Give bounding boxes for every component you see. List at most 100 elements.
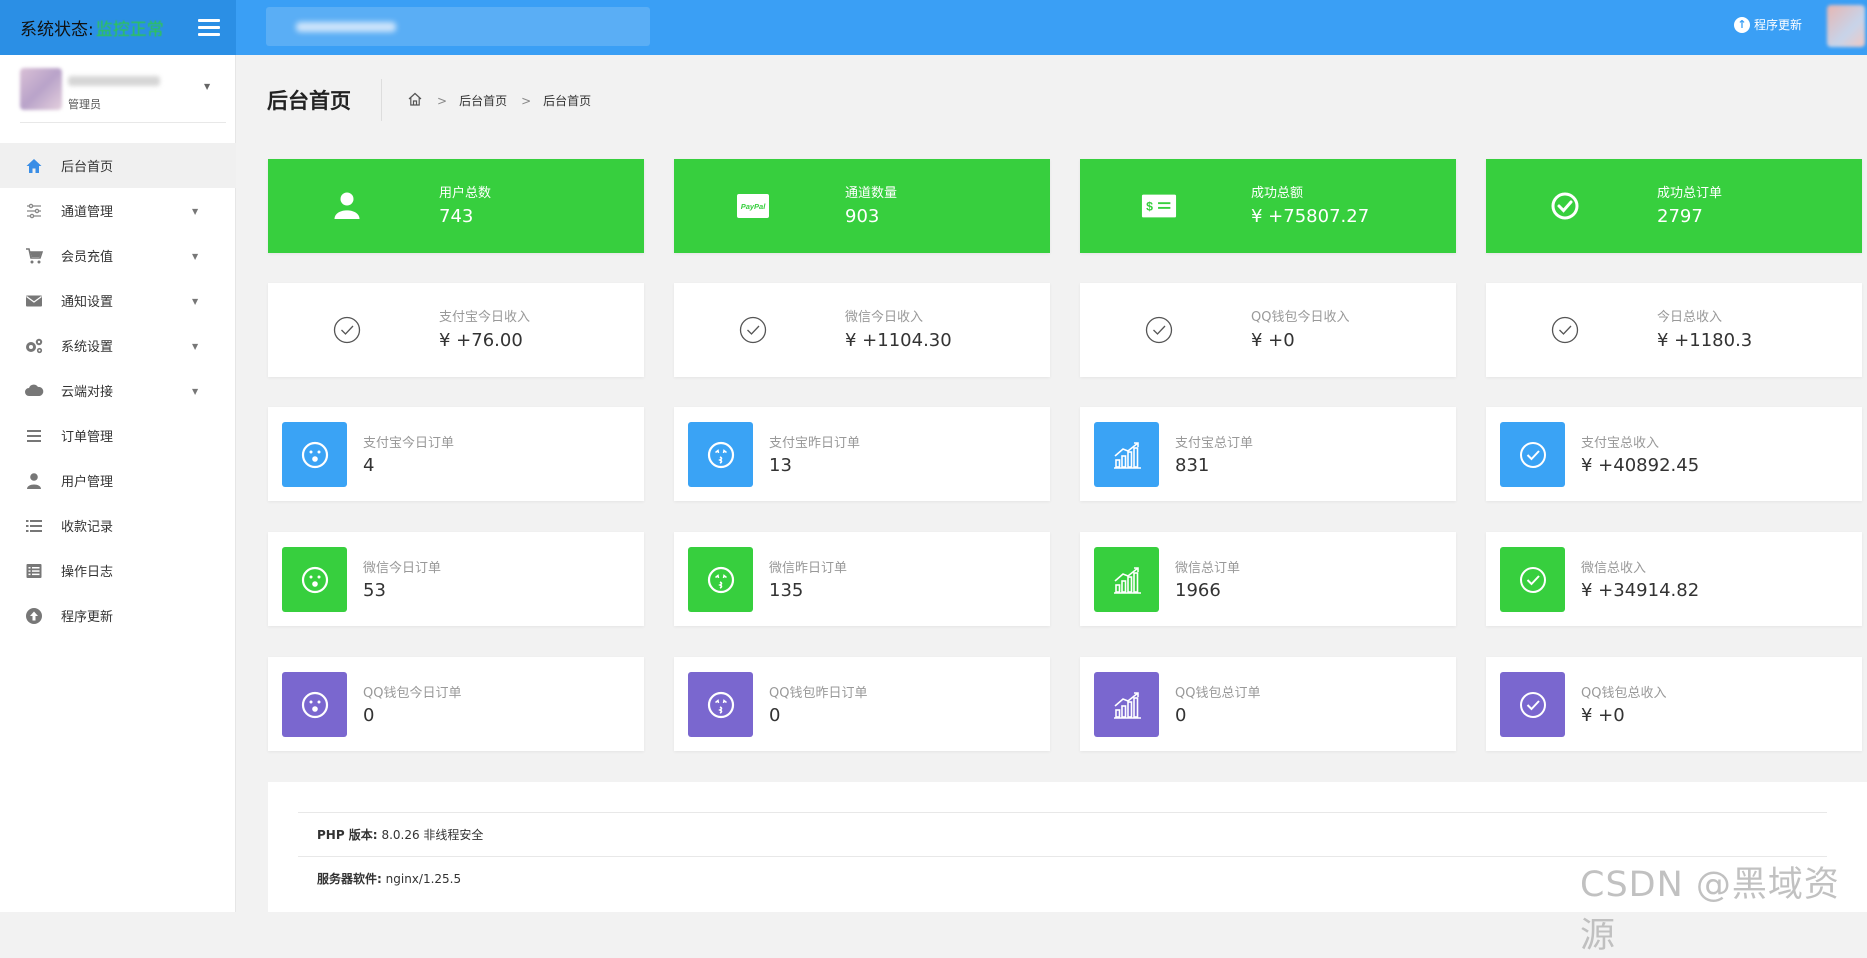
card-label: 支付宝昨日订单: [769, 436, 861, 451]
summary-card: PayPal 通道数量 903: [674, 159, 1050, 253]
card-value: ¥ +75807.27: [1251, 206, 1370, 227]
envelope-icon: [24, 291, 44, 311]
header-search-bar[interactable]: [266, 7, 650, 46]
sidebar-item[interactable]: 通知设置 ▼: [0, 278, 236, 323]
watermark: CSDN @黑域资源: [1580, 865, 1840, 956]
sidebar-item-label: 后台首页: [61, 160, 114, 175]
card-label: 支付宝今日收入: [439, 310, 531, 325]
stat-card: 支付宝昨日订单 13: [674, 407, 1050, 501]
info-value: nginx/1.25.5: [385, 871, 462, 886]
sidebar-item[interactable]: 用户管理: [0, 458, 236, 503]
sidebar-item[interactable]: 订单管理: [0, 413, 236, 458]
caret-down-icon[interactable]: ▼: [204, 82, 210, 91]
card-label: 成功总订单: [1657, 186, 1723, 201]
sidebar-item[interactable]: 云端对接 ▼: [0, 368, 236, 413]
summary-card: 成功总订单 2797: [1486, 159, 1862, 253]
card-value: ¥ +76.00: [439, 330, 523, 351]
card-value: 1966: [1175, 580, 1221, 601]
card-label: QQ钱包总收入: [1581, 686, 1667, 701]
svg-text:PayPal: PayPal: [741, 202, 767, 211]
check-circle-icon: [1141, 312, 1177, 348]
check-circle-icon: [1500, 422, 1565, 487]
menu-toggle-icon[interactable]: [198, 14, 220, 40]
check-circle-icon: [1547, 188, 1583, 224]
sidebar-item[interactable]: 收款记录: [0, 503, 236, 548]
check-circle-icon: [1500, 547, 1565, 612]
divider: [381, 79, 382, 121]
home-icon[interactable]: [407, 91, 423, 110]
kiss-face-icon: [688, 672, 753, 737]
sidebar-item-label: 通知设置: [61, 295, 114, 310]
check-circle-icon: [329, 312, 365, 348]
home-icon: [24, 156, 44, 176]
stat-card: 微信今日订单 53: [268, 532, 644, 626]
caret-down-icon: ▼: [192, 252, 199, 261]
income-card: QQ钱包今日收入 ¥ +0: [1080, 283, 1456, 377]
sidebar-item[interactable]: 系统设置 ▼: [0, 323, 236, 368]
user-panel[interactable]: 管理员 ▼: [20, 68, 226, 123]
page-title: 后台首页: [267, 89, 351, 113]
stat-card: 支付宝今日订单 4: [268, 407, 644, 501]
breadcrumb-item[interactable]: 后台首页: [459, 92, 507, 109]
sidebar-item-label: 云端对接: [61, 385, 114, 400]
card-label: 微信今日订单: [363, 561, 442, 576]
sidebar-item[interactable]: 操作日志: [0, 548, 236, 593]
upload-circle-icon: ↑: [1734, 16, 1750, 33]
income-card: 微信今日收入 ¥ +1104.30: [674, 283, 1050, 377]
kiss-face-icon: [688, 547, 753, 612]
income-card: 今日总收入 ¥ +1180.3: [1486, 283, 1862, 377]
card-value: 4: [363, 455, 375, 476]
stat-card: 支付宝总订单 831: [1080, 407, 1456, 501]
card-value: ¥ +34914.82: [1581, 580, 1700, 601]
sidebar-item-label: 用户管理: [61, 475, 114, 490]
stat-card: QQ钱包总订单 0: [1080, 657, 1456, 751]
header-update-link[interactable]: ↑ 程序更新: [1734, 16, 1802, 33]
stat-card: 微信总收入 ¥ +34914.82: [1486, 532, 1862, 626]
sidebar-item[interactable]: 会员充值 ▼: [0, 233, 236, 278]
card-label: 今日总收入: [1657, 310, 1723, 325]
info-label: PHP 版本:: [317, 828, 378, 842]
sidebar-item-label: 操作日志: [61, 565, 114, 580]
card-value: 903: [845, 206, 880, 227]
user-name: [68, 76, 160, 86]
upload-circle-icon: [24, 606, 44, 626]
summary-card: 用户总数 743: [268, 159, 644, 253]
money-icon: $: [1141, 188, 1177, 224]
card-value: 0: [1175, 705, 1187, 726]
chevron-right-icon: >: [521, 93, 532, 108]
card-label: QQ钱包今日订单: [363, 686, 462, 701]
top-header: 系统状态: 监控正常 ↑ 程序更新: [0, 0, 1867, 55]
cloud-icon: [24, 381, 44, 401]
card-label: 微信总订单: [1175, 561, 1241, 576]
page-header: 后台首页 > 后台首页 > 后台首页: [236, 55, 1867, 145]
stat-card: QQ钱包昨日订单 0: [674, 657, 1050, 751]
user-role: 管理员: [68, 98, 101, 111]
info-label: 服务器软件:: [317, 872, 382, 886]
breadcrumb: > 后台首页 > 后台首页: [407, 91, 591, 110]
sidebar: 管理员 ▼ 后台首页 通道管理 ▼ 会员充值 ▼ 通知设置 ▼ 系统设置 ▼ 云端对接 ▼ 订单管理用…: [0, 55, 236, 912]
check-circle-icon: [735, 312, 771, 348]
sidebar-item[interactable]: 后台首页: [0, 143, 236, 188]
card-label: 支付宝总收入: [1581, 436, 1660, 451]
avatar: [20, 68, 62, 110]
card-value: 831: [1175, 455, 1210, 476]
caret-down-icon: ▼: [192, 207, 199, 216]
log-icon: [24, 561, 44, 581]
chart-up-icon: [1094, 547, 1159, 612]
card-label: 微信昨日订单: [769, 561, 848, 576]
surprised-face-icon: [282, 547, 347, 612]
stat-card: 微信总订单 1966: [1080, 532, 1456, 626]
sidebar-item[interactable]: 通道管理 ▼: [0, 188, 236, 233]
sidebar-item[interactable]: 程序更新: [0, 593, 236, 638]
caret-down-icon: ▼: [192, 342, 199, 351]
kiss-face-icon: [688, 422, 753, 487]
surprised-face-icon: [282, 672, 347, 737]
card-label: 通道数量: [845, 186, 898, 201]
card-value: 53: [363, 580, 386, 601]
header-update-label: 程序更新: [1754, 18, 1803, 32]
header-avatar[interactable]: [1827, 5, 1865, 47]
card-value: ¥ +0: [1581, 705, 1625, 726]
user-icon: [24, 471, 44, 491]
card-label: 成功总额: [1251, 186, 1304, 201]
chart-up-icon: [1094, 422, 1159, 487]
